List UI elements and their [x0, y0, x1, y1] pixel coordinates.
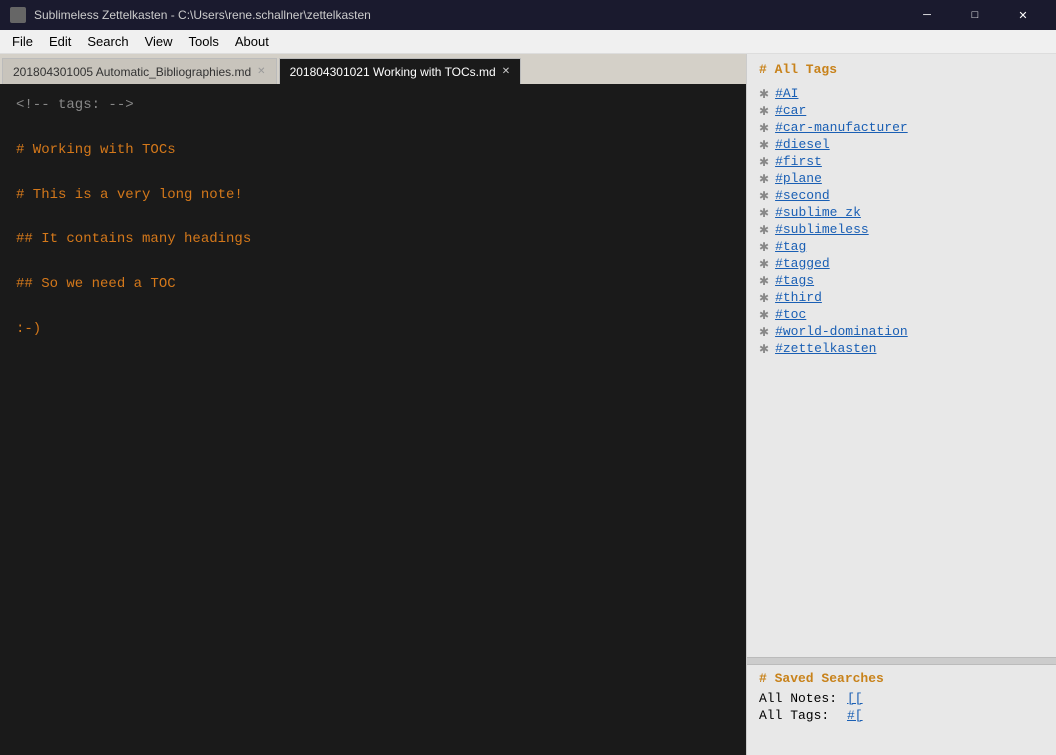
tag-link[interactable]: #sublimeless [775, 222, 869, 237]
tag-item[interactable]: ✱ #plane [759, 170, 1044, 187]
tag-link[interactable]: #first [775, 154, 822, 169]
tag-bullet-icon: ✱ [759, 325, 769, 339]
tag-item[interactable]: ✱ #zettelkasten [759, 340, 1044, 357]
tag-item[interactable]: ✱ #third [759, 289, 1044, 306]
tag-bullet-icon: ✱ [759, 206, 769, 220]
code-line: ## So we need a TOC [16, 273, 730, 295]
tag-bullet-icon: ✱ [759, 291, 769, 305]
menu-item-edit[interactable]: Edit [41, 32, 79, 51]
tags-panel-title: # All Tags [759, 62, 1044, 77]
minimize-button[interactable]: ─ [904, 0, 950, 30]
menu-item-tools[interactable]: Tools [181, 32, 227, 51]
code-line: ## It contains many headings [16, 228, 730, 250]
code-line: <!-- tags: --> [16, 94, 730, 116]
tag-bullet-icon: ✱ [759, 138, 769, 152]
tag-link[interactable]: #third [775, 290, 822, 305]
tag-item[interactable]: ✱ #tag [759, 238, 1044, 255]
tag-link[interactable]: #tagged [775, 256, 830, 271]
tag-bullet-icon: ✱ [759, 121, 769, 135]
saved-searches-list: All Notes: [[ All Tags: #[ [747, 690, 1056, 724]
tag-link[interactable]: #plane [775, 171, 822, 186]
tabs: 201804301005 Automatic_Bibliographies.md… [0, 54, 746, 84]
tag-link[interactable]: #second [775, 188, 830, 203]
code-line: :-) [16, 318, 730, 340]
tab-tab1[interactable]: 201804301005 Automatic_Bibliographies.md… [2, 58, 277, 84]
code-line [16, 161, 730, 183]
tag-link[interactable]: #car [775, 103, 806, 118]
tag-bullet-icon: ✱ [759, 172, 769, 186]
app-icon [10, 7, 26, 23]
tag-item[interactable]: ✱ #first [759, 153, 1044, 170]
tag-bullet-icon: ✱ [759, 104, 769, 118]
tag-link[interactable]: #toc [775, 307, 806, 322]
window-controls: ─ □ ✕ [904, 0, 1046, 30]
saved-search-item: All Tags: #[ [747, 707, 1056, 724]
tag-link[interactable]: #AI [775, 86, 798, 101]
panel-divider [747, 657, 1056, 665]
tab-close-tab2[interactable]: ✕ [502, 67, 510, 77]
tag-item[interactable]: ✱ #toc [759, 306, 1044, 323]
right-panel: # All Tags ✱ #AI ✱ #car ✱ #car-manufacturer ✱ #… [746, 54, 1056, 755]
tag-item[interactable]: ✱ #tags [759, 272, 1044, 289]
tag-link[interactable]: #car-manufacturer [775, 120, 908, 135]
tag-bullet-icon: ✱ [759, 223, 769, 237]
tag-item[interactable]: ✱ #car [759, 102, 1044, 119]
tag-bullet-icon: ✱ [759, 257, 769, 271]
tag-bullet-icon: ✱ [759, 189, 769, 203]
tag-bullet-icon: ✱ [759, 155, 769, 169]
tag-bullet-icon: ✱ [759, 308, 769, 322]
tag-link[interactable]: #diesel [775, 137, 830, 152]
saved-search-label: All Tags: [759, 708, 839, 723]
code-line [16, 206, 730, 228]
editor-area: 201804301005 Automatic_Bibliographies.md… [0, 54, 746, 755]
maximize-button[interactable]: □ [952, 0, 998, 30]
tab-close-tab1[interactable]: ✕ [257, 67, 265, 77]
code-line [16, 251, 730, 273]
tab-label-tab1: 201804301005 Automatic_Bibliographies.md [13, 65, 251, 79]
code-editor[interactable]: <!-- tags: --> # Working with TOCs # Thi… [0, 84, 746, 755]
menu-item-view[interactable]: View [137, 32, 181, 51]
title-bar-left: Sublimeless Zettelkasten - C:\Users\rene… [10, 7, 371, 23]
tag-item[interactable]: ✱ #diesel [759, 136, 1044, 153]
tag-item[interactable]: ✱ #AI [759, 85, 1044, 102]
tab-label-tab2: 201804301021 Working with TOCs.md [290, 65, 496, 79]
tag-link[interactable]: #sublime_zk [775, 205, 861, 220]
menu-item-about[interactable]: About [227, 32, 277, 51]
tag-link[interactable]: #zettelkasten [775, 341, 876, 356]
tab-tab2[interactable]: 201804301021 Working with TOCs.md ✕ [279, 58, 522, 84]
code-line: # Working with TOCs [16, 139, 730, 161]
tag-item[interactable]: ✱ #sublime_zk [759, 204, 1044, 221]
tag-item[interactable]: ✱ #second [759, 187, 1044, 204]
tag-bullet-icon: ✱ [759, 87, 769, 101]
close-button[interactable]: ✕ [1000, 0, 1046, 30]
tag-bullet-icon: ✱ [759, 240, 769, 254]
tags-section: # All Tags ✱ #AI ✱ #car ✱ #car-manufacturer ✱ #… [747, 54, 1056, 657]
code-line: # This is a very long note! [16, 184, 730, 206]
menu-item-file[interactable]: File [4, 32, 41, 51]
tag-link[interactable]: #world-domination [775, 324, 908, 339]
saved-search-link[interactable]: #[ [847, 708, 863, 723]
tag-item[interactable]: ✱ #tagged [759, 255, 1044, 272]
code-line [16, 296, 730, 318]
title-text: Sublimeless Zettelkasten - C:\Users\rene… [34, 8, 371, 22]
code-line [16, 340, 730, 362]
tag-item[interactable]: ✱ #car-manufacturer [759, 119, 1044, 136]
saved-searches-section: # Saved Searches All Notes: [[ All Tags: #[ [747, 665, 1056, 755]
saved-search-label: All Notes: [759, 691, 839, 706]
tag-bullet-icon: ✱ [759, 274, 769, 288]
tag-item[interactable]: ✱ #world-domination [759, 323, 1044, 340]
saved-search-item: All Notes: [[ [747, 690, 1056, 707]
menu-item-search[interactable]: Search [79, 32, 136, 51]
menu-bar: FileEditSearchViewToolsAbout [0, 30, 1056, 54]
tags-list: ✱ #AI ✱ #car ✱ #car-manufacturer ✱ #diesel ✱ #fir… [759, 85, 1044, 357]
main: 201804301005 Automatic_Bibliographies.md… [0, 54, 1056, 755]
code-line [16, 116, 730, 138]
tag-item[interactable]: ✱ #sublimeless [759, 221, 1044, 238]
saved-searches-title: # Saved Searches [747, 665, 1056, 690]
tag-link[interactable]: #tag [775, 239, 806, 254]
tag-link[interactable]: #tags [775, 273, 814, 288]
tag-bullet-icon: ✱ [759, 342, 769, 356]
title-bar: Sublimeless Zettelkasten - C:\Users\rene… [0, 0, 1056, 30]
saved-search-link[interactable]: [[ [847, 691, 863, 706]
